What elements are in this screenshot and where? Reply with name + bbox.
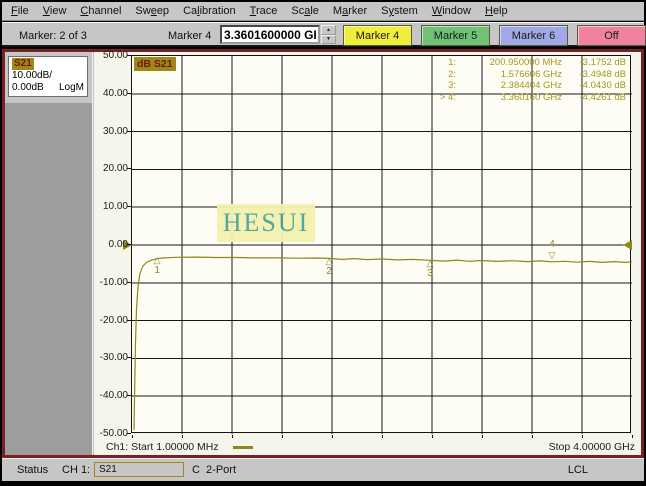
trace-color-indicator: [233, 446, 253, 449]
trace-name-badge: S21: [12, 58, 34, 70]
trace-sidebar: S21 10.00dB/ 0.00dB LogM: [5, 52, 93, 455]
marker-1-number: 1: [154, 266, 160, 276]
y-axis-tick: [127, 433, 131, 434]
graph-area: dB S21 1:200.950000 MHz-3.1752 dB2:1.576…: [94, 52, 641, 455]
frequency-stepper: ▲▼: [321, 25, 336, 44]
toolbar-button-marker-5[interactable]: Marker 5: [421, 25, 490, 46]
status-channel: CH 1:: [62, 464, 90, 476]
x-axis-tick: [232, 435, 233, 438]
x-axis-tick: [582, 435, 583, 438]
marker-count-status: Marker: 2 of 3: [19, 30, 87, 42]
x-axis-tick: [482, 435, 483, 438]
sweep-stop-label: Stop 4.00000 GHz: [549, 441, 635, 453]
marker-3-number: 3: [427, 269, 433, 279]
marker-readout: 1:200.950000 MHz-3.1752 dB2:1.576606 GHz…: [430, 57, 626, 103]
y-axis-tick: [127, 282, 131, 283]
x-axis-tick: [632, 435, 633, 438]
marker-1-symbol: △: [154, 256, 161, 265]
y-axis-tick: [127, 244, 131, 245]
toolbar-button-marker-6[interactable]: Marker 6: [499, 25, 568, 46]
y-axis-tick: [127, 168, 131, 169]
analyzer-screen: File View Channel Sweep Calibration Trace Scal…: [0, 0, 646, 486]
status-mode: LCL: [568, 464, 588, 476]
trace-reference: 0.00dB: [12, 82, 44, 94]
menu-view[interactable]: View: [43, 5, 67, 17]
y-axis-tick: [127, 55, 131, 56]
menu-marker[interactable]: Marker: [333, 5, 367, 17]
y-axis-tick-label: 50.00: [94, 50, 128, 61]
y-axis-tick-label: 10.00: [94, 201, 128, 212]
stepper-down-button[interactable]: ▼: [321, 35, 336, 45]
y-axis-tick-label: 30.00: [94, 126, 128, 137]
menu-channel[interactable]: Channel: [80, 5, 121, 17]
main-frame: S21 10.00dB/ 0.00dB LogM dB S21 1:200.95…: [2, 49, 644, 458]
reference-level-arrow-right: [623, 240, 632, 250]
watermark: HESUI: [217, 204, 315, 242]
marker-4-symbol: ▽: [549, 251, 556, 260]
marker-readout-row: 2:1.576606 GHz-3.4948 dB: [430, 69, 626, 81]
toolbar-button-marker-4[interactable]: Marker 4: [343, 25, 412, 46]
marker-readout-row: 3:2.384404 GHz-4.0430 dB: [430, 80, 626, 92]
status-label: Status: [17, 464, 48, 476]
y-axis-tick: [127, 395, 131, 396]
menu-system[interactable]: System: [381, 5, 418, 17]
menu-file[interactable]: File: [11, 5, 29, 17]
marker-4-number: 4: [549, 240, 555, 250]
x-axis-tick: [432, 435, 433, 438]
marker-readout-row: 1:200.950000 MHz-3.1752 dB: [430, 57, 626, 69]
marker-readout-row: > 4:3.360160 GHz-4.4261 dB: [430, 92, 626, 104]
status-cal-state: C 2-Port: [192, 464, 236, 476]
y-axis-tick-label: 20.00: [94, 163, 128, 174]
plot-grid: dB S21 1:200.950000 MHz-3.1752 dB2:1.576…: [131, 55, 631, 433]
stepper-up-button[interactable]: ▲: [321, 25, 336, 35]
y-axis-tick-label: 40.00: [94, 88, 128, 99]
y-axis-tick: [127, 320, 131, 321]
y-axis-tick-label: -50.00: [94, 428, 128, 439]
sidebar-lower-panel: [5, 103, 92, 455]
toolbar-button-off[interactable]: Off: [577, 25, 646, 46]
y-axis-tick-label: -30.00: [94, 352, 128, 363]
status-trace-box: S21: [94, 462, 184, 477]
menu-scale[interactable]: Scale: [291, 5, 319, 17]
y-axis-tick: [127, 93, 131, 94]
y-axis-tick: [127, 206, 131, 207]
plot-title-badge: dB S21: [134, 57, 176, 71]
menu-bar: File View Channel Sweep Calibration Trace Scal…: [2, 2, 644, 21]
sweep-start-label: Ch1: Start 1.00000 MHz: [106, 441, 219, 453]
y-axis-tick: [127, 357, 131, 358]
y-axis-tick-label: -40.00: [94, 390, 128, 401]
trace-scale: 10.00dB/: [12, 70, 84, 82]
trace-status-box: S21 10.00dB/ 0.00dB LogM: [8, 56, 88, 97]
marker-3-symbol: △: [427, 259, 434, 268]
y-axis-tick: [127, 131, 131, 132]
marker-2-number: 2: [326, 267, 332, 277]
x-axis-tick: [282, 435, 283, 438]
x-axis-tick: [532, 435, 533, 438]
sweep-range-row: Ch1: Start 1.00000 MHz Stop 4.00000 GHz: [94, 439, 635, 455]
x-axis-tick: [132, 435, 133, 438]
marker-2-symbol: △: [326, 257, 333, 266]
y-axis-tick-label: 0.00: [94, 239, 128, 250]
menu-help[interactable]: Help: [485, 5, 508, 17]
status-bar: Status CH 1: S21 C 2-Port LCL: [2, 458, 644, 481]
menu-trace[interactable]: Trace: [250, 5, 278, 17]
menu-calibration[interactable]: Calibration: [183, 5, 236, 17]
x-axis-tick: [382, 435, 383, 438]
menu-sweep[interactable]: Sweep: [135, 5, 169, 17]
trace-format: LogM: [59, 82, 84, 94]
y-axis-tick-label: -10.00: [94, 277, 128, 288]
x-axis-tick: [332, 435, 333, 438]
marker-field-label: Marker 4: [168, 30, 211, 42]
marker-toolbar: Marker: 2 of 3 Marker 4 ▲▼ Marker 4 Marke…: [2, 22, 644, 47]
y-axis-tick-label: -20.00: [94, 315, 128, 326]
x-axis-tick: [182, 435, 183, 438]
menu-window[interactable]: Window: [432, 5, 471, 17]
marker-frequency-input[interactable]: [220, 25, 320, 44]
trace-plot-svg: [132, 56, 632, 434]
